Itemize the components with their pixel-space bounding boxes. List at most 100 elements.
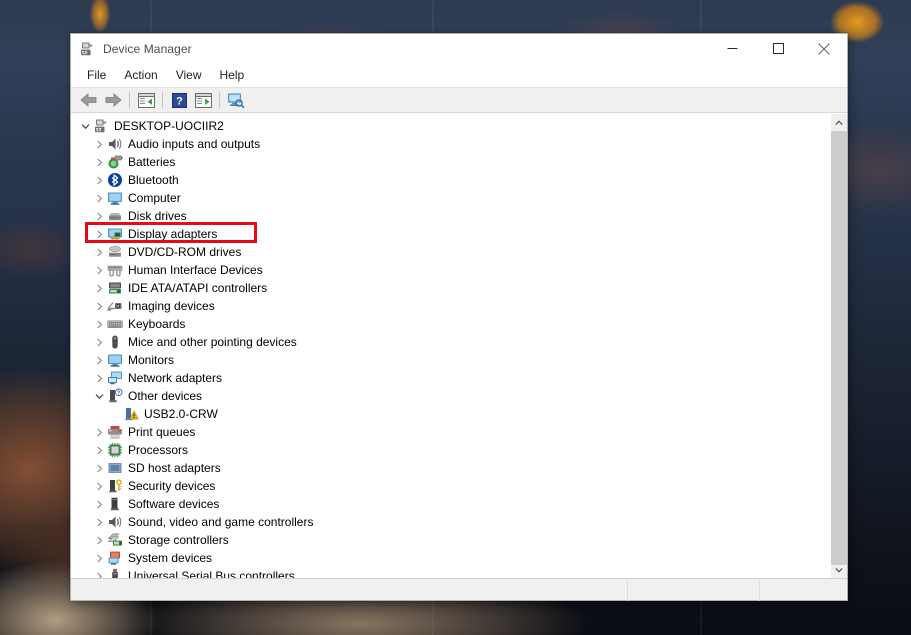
chevron-right-icon[interactable] — [91, 513, 107, 531]
tree-item-display-adapters[interactable]: Display adapters — [71, 225, 830, 243]
menu-file[interactable]: File — [78, 67, 115, 84]
tree-item-label: Batteries — [128, 155, 176, 169]
security-device-icon — [107, 478, 123, 494]
network-adapter-icon — [107, 370, 123, 386]
tree-item-bluetooth[interactable]: Bluetooth — [71, 171, 830, 189]
tree-item-ide-ata-atapi-controllers[interactable]: IDE ATA/ATAPI controllers — [71, 279, 830, 297]
tree-item-sound-video-and-game-controllers[interactable]: Sound, video and game controllers — [71, 513, 830, 531]
tree-item-label: USB2.0-CRW — [144, 407, 218, 421]
software-device-icon — [107, 496, 123, 512]
menu-action[interactable]: Action — [115, 67, 166, 84]
tree-item-software-devices[interactable]: Software devices — [71, 495, 830, 513]
storage-controller-icon — [107, 532, 123, 548]
status-bar-message — [71, 578, 628, 601]
scroll-up-button[interactable] — [831, 114, 847, 131]
vertical-scrollbar[interactable] — [830, 114, 847, 578]
chevron-right-icon[interactable] — [91, 477, 107, 495]
tree-item-sd-host-adapters[interactable]: SD host adapters — [71, 459, 830, 477]
chevron-right-icon[interactable] — [91, 315, 107, 333]
tree-item-disk-drives[interactable]: Disk drives — [71, 207, 830, 225]
window-titlebar[interactable]: Device Manager — [71, 34, 847, 63]
tree-item-label: Monitors — [128, 353, 175, 367]
chevron-right-icon[interactable] — [91, 189, 107, 207]
tree-item-monitors[interactable]: Monitors — [71, 351, 830, 369]
chevron-down-icon[interactable] — [77, 117, 93, 135]
chevron-down-icon[interactable] — [91, 387, 107, 405]
tree-item-batteries[interactable]: Batteries — [71, 153, 830, 171]
tree-item-label: Software devices — [128, 497, 220, 511]
tree-item-processors[interactable]: Processors — [71, 441, 830, 459]
chevron-right-icon[interactable] — [91, 225, 107, 243]
scrollbar-thumb[interactable] — [831, 131, 847, 565]
close-button[interactable] — [801, 34, 847, 63]
chevron-right-icon[interactable] — [91, 207, 107, 225]
tree-item-label: IDE ATA/ATAPI controllers — [128, 281, 268, 295]
tree-item-mice-and-other-pointing-devices[interactable]: Mice and other pointing devices — [71, 333, 830, 351]
tree-item-storage-controllers[interactable]: Storage controllers — [71, 531, 830, 549]
minimize-button[interactable] — [709, 34, 755, 63]
tree-item-label: Human Interface Devices — [128, 263, 263, 277]
chevron-right-icon[interactable] — [91, 171, 107, 189]
back-button[interactable] — [77, 89, 101, 111]
forward-button[interactable] — [101, 89, 125, 111]
chevron-right-icon[interactable] — [91, 333, 107, 351]
chevron-right-icon[interactable] — [91, 495, 107, 513]
show-hide-console-tree-button[interactable] — [134, 89, 158, 111]
tree-item-label: DESKTOP-UOCIIR2 — [114, 119, 224, 133]
help-button[interactable]: ? — [167, 89, 191, 111]
menu-help[interactable]: Help — [211, 67, 254, 84]
tree-item-usb20-crw[interactable]: USB2.0-CRW — [71, 405, 830, 423]
tree-item-universal-serial-bus-controllers[interactable]: Universal Serial Bus controllers — [71, 567, 830, 578]
window-title: Device Manager — [103, 41, 192, 56]
chevron-right-icon[interactable] — [91, 297, 107, 315]
tree-item-label: Audio inputs and outputs — [128, 137, 261, 151]
chevron-right-icon[interactable] — [91, 567, 107, 578]
tree-item-label: Bluetooth — [128, 173, 179, 187]
ide-controller-icon — [107, 280, 123, 296]
device-tree[interactable]: DESKTOP-UOCIIR2 Audio inputs and outputs — [71, 114, 830, 578]
tree-item-system-devices[interactable]: System devices — [71, 549, 830, 567]
tree-item-audio-inputs-and-outputs[interactable]: Audio inputs and outputs — [71, 135, 830, 153]
scrollbar-track[interactable] — [831, 131, 847, 565]
tree-item-keyboards[interactable]: Keyboards — [71, 315, 830, 333]
chevron-right-icon[interactable] — [91, 369, 107, 387]
toolbar-separator — [129, 92, 130, 108]
computer-root-icon — [93, 118, 109, 134]
chevron-right-icon[interactable] — [91, 261, 107, 279]
chevron-right-icon[interactable] — [91, 549, 107, 567]
tree-item-label: Other devices — [128, 389, 203, 403]
tree-item-print-queues[interactable]: Print queues — [71, 423, 830, 441]
scan-for-hardware-changes-button[interactable] — [224, 89, 248, 111]
tree-item-label: Storage controllers — [128, 533, 229, 547]
camera-icon — [107, 298, 123, 314]
tree-content-area: DESKTOP-UOCIIR2 Audio inputs and outputs — [71, 113, 847, 578]
chevron-right-icon[interactable] — [91, 423, 107, 441]
menu-view[interactable]: View — [167, 67, 211, 84]
chevron-right-icon[interactable] — [91, 351, 107, 369]
other-device-question-icon: ? — [107, 388, 123, 404]
tree-item-other-devices[interactable]: ? Other devices — [71, 387, 830, 405]
tree-item-human-interface-devices[interactable]: Human Interface Devices — [71, 261, 830, 279]
chevron-right-icon[interactable] — [91, 531, 107, 549]
chevron-right-icon[interactable] — [91, 441, 107, 459]
toolbar-separator — [219, 92, 220, 108]
monitor-icon — [107, 352, 123, 368]
usb-icon — [107, 568, 123, 578]
tree-item-dvd-cd-rom-drives[interactable]: DVD/CD-ROM drives — [71, 243, 830, 261]
tree-item-network-adapters[interactable]: Network adapters — [71, 369, 830, 387]
properties-button[interactable] — [191, 89, 215, 111]
tree-item-security-devices[interactable]: Security devices — [71, 477, 830, 495]
tree-item-label: Disk drives — [128, 209, 187, 223]
chevron-right-icon[interactable] — [91, 279, 107, 297]
chevron-right-icon[interactable] — [91, 153, 107, 171]
chevron-right-icon[interactable] — [91, 135, 107, 153]
chevron-right-icon[interactable] — [91, 459, 107, 477]
tree-item-imaging-devices[interactable]: Imaging devices — [71, 297, 830, 315]
processor-icon — [107, 442, 123, 458]
tree-item-label: Imaging devices — [128, 299, 215, 313]
maximize-button[interactable] — [755, 34, 801, 63]
tree-item-label: Processors — [128, 443, 189, 457]
tree-item-computer[interactable]: Computer — [71, 189, 830, 207]
chevron-right-icon[interactable] — [91, 243, 107, 261]
tree-item-root[interactable]: DESKTOP-UOCIIR2 — [71, 117, 830, 135]
